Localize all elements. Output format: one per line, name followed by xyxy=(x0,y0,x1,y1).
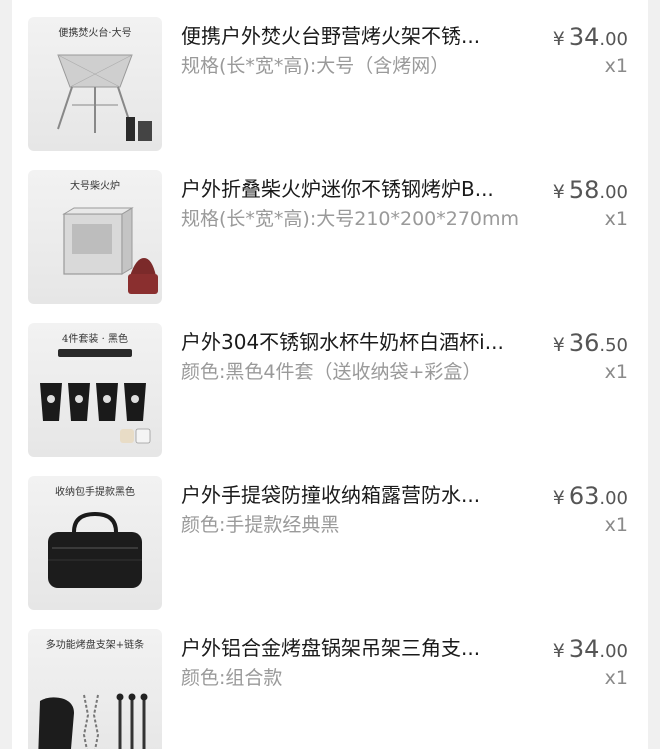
order-item[interactable]: 便携焚火台·大号 便携户外焚火台野营烤火架不锈... 规格(长*宽*高):大号（… xyxy=(12,0,648,152)
price-integer: 58 xyxy=(568,176,600,204)
product-price: ¥34.00 xyxy=(553,635,628,666)
currency-symbol: ¥ xyxy=(552,487,565,509)
currency-symbol: ¥ xyxy=(552,334,565,356)
price-decimal: .00 xyxy=(599,182,628,203)
product-thumbnail[interactable]: 收纳包手提款黑色 xyxy=(28,476,162,610)
order-items-card: 便携焚火台·大号 便携户外焚火台野营烤火架不锈... 规格(长*宽*高):大号（… xyxy=(12,0,648,749)
price-integer: 63 xyxy=(568,482,600,510)
price-integer: 36 xyxy=(568,329,600,357)
product-spec: 规格(长*宽*高):大号210*200*270mm xyxy=(181,208,520,230)
product-title[interactable]: 户外折叠柴火炉迷你不锈钢烤炉B... xyxy=(181,175,521,203)
price-integer: 34 xyxy=(568,23,600,51)
product-spec: 颜色:组合款 xyxy=(181,667,283,689)
product-price: ¥58.00 xyxy=(553,176,628,207)
product-price: ¥34.00 xyxy=(553,23,628,54)
product-thumbnail[interactable]: 大号柴火炉 xyxy=(28,170,162,304)
product-spec: 规格(长*宽*高):大号（含烤网） xyxy=(181,55,450,77)
price-integer: 34 xyxy=(568,635,600,663)
product-thumbnail[interactable]: 4件套装 · 黑色 xyxy=(28,323,162,457)
fire-pit-icon xyxy=(57,54,152,141)
price-decimal: .00 xyxy=(599,641,628,662)
product-quantity: x1 xyxy=(604,514,628,536)
cup-set-icon xyxy=(40,349,151,444)
product-quantity: x1 xyxy=(604,208,628,230)
price-decimal: .00 xyxy=(599,488,628,509)
order-item[interactable]: 4件套装 · 黑色 户外304不锈钢水杯牛奶杯白酒杯i... 颜色:黑色4件套（… xyxy=(12,306,648,458)
product-thumbnail[interactable]: 便携焚火台·大号 xyxy=(28,17,162,151)
product-quantity: x1 xyxy=(604,55,628,77)
product-spec: 颜色:手提款经典黑 xyxy=(181,514,340,536)
price-decimal: .50 xyxy=(599,335,628,356)
product-spec: 颜色:黑色4件套（送收纳袋+彩盒） xyxy=(181,361,482,383)
product-title[interactable]: 便携户外焚火台野营烤火架不锈... xyxy=(181,22,521,50)
product-price: ¥63.00 xyxy=(553,482,628,513)
price-decimal: .00 xyxy=(599,29,628,50)
grill-stand-icon xyxy=(38,693,148,749)
order-item[interactable]: 大号柴火炉 户外折叠柴火炉迷你不锈钢烤炉B... 规格(长*宽*高):大号210… xyxy=(12,153,648,305)
product-title[interactable]: 户外手提袋防撞收纳箱露营防水... xyxy=(181,481,521,509)
currency-symbol: ¥ xyxy=(552,28,565,50)
product-title[interactable]: 户外304不锈钢水杯牛奶杯白酒杯i... xyxy=(181,328,521,356)
product-quantity: x1 xyxy=(604,361,628,383)
order-item[interactable]: 收纳包手提款黑色 户外手提袋防撞收纳箱露营防水... 颜色:手提款经典黑 ¥63… xyxy=(12,459,648,611)
wood-stove-icon xyxy=(62,207,158,294)
product-price: ¥36.50 xyxy=(553,329,628,360)
storage-bag-icon xyxy=(48,511,142,588)
product-thumbnail[interactable]: 多功能烤盘支架+链条 xyxy=(28,629,162,749)
product-quantity: x1 xyxy=(604,667,628,689)
order-item[interactable]: 多功能烤盘支架+链条 户外铝合金烤盘锅架吊架三角支... 颜色:组合款 ¥34.… xyxy=(12,612,648,749)
currency-symbol: ¥ xyxy=(552,181,565,203)
currency-symbol: ¥ xyxy=(552,640,565,662)
product-title[interactable]: 户外铝合金烤盘锅架吊架三角支... xyxy=(181,634,521,662)
